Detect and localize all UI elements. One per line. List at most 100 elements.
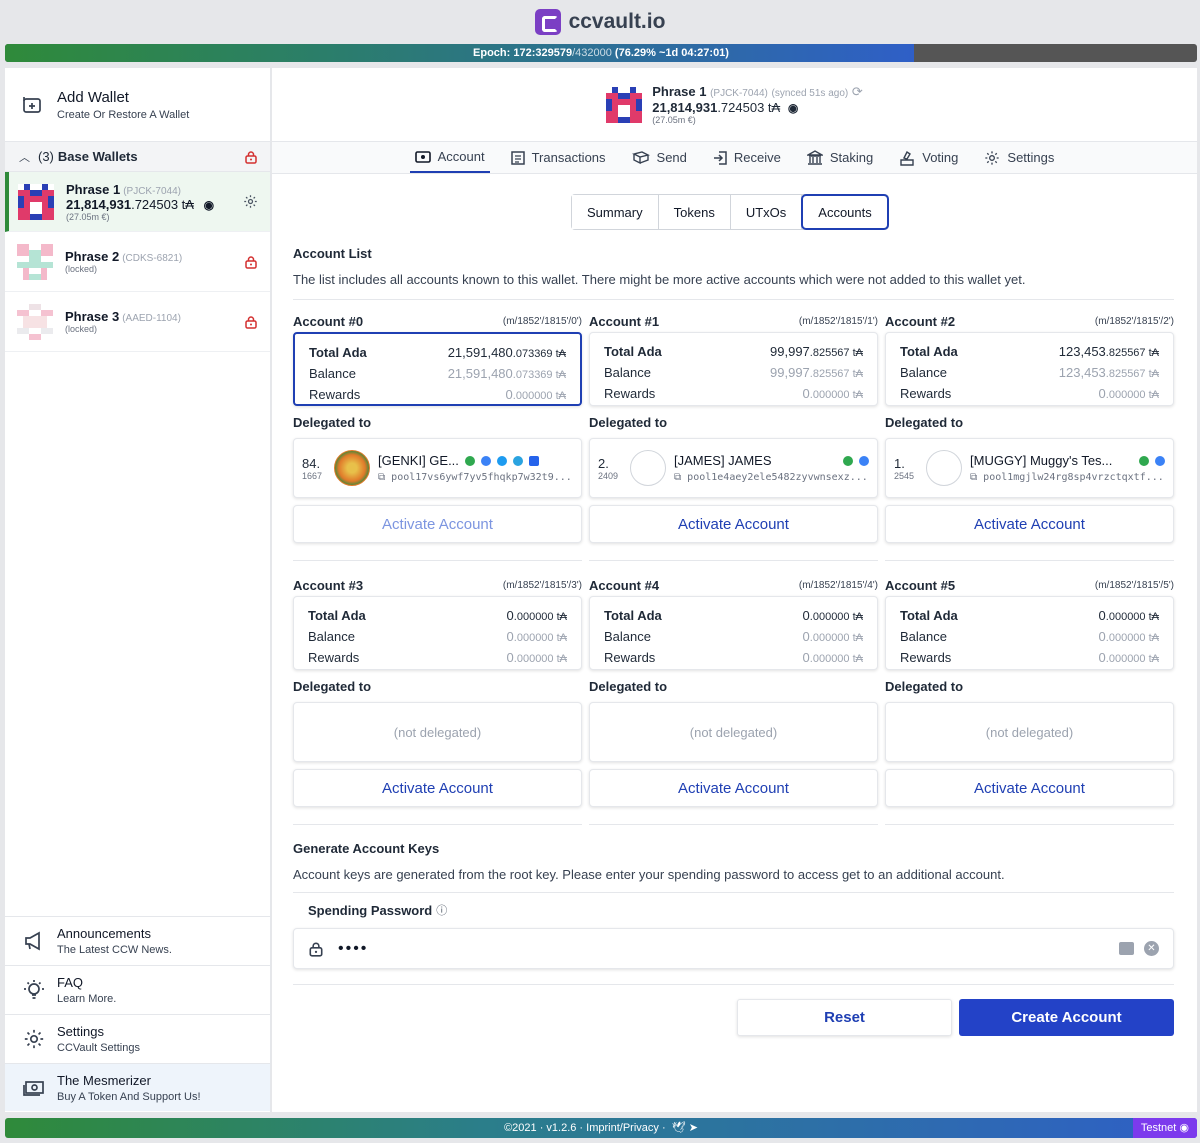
account-path: (m/1852'/1815'/3') bbox=[502, 579, 582, 591]
subtab-tokens[interactable]: Tokens bbox=[658, 195, 731, 229]
account-list-title: Account List bbox=[293, 246, 372, 261]
twitter-icon[interactable] bbox=[496, 455, 507, 466]
delegation-pool-card[interactable]: 2. 2409 [JAMES] JAMES ⧉ pool1e4aey2ele548… bbox=[589, 438, 878, 498]
generate-keys-description: Account keys are generated from the root… bbox=[293, 867, 1005, 882]
account-balance-card[interactable]: Total Ada 0.000000 t₳ Balance 0.000000 t₳ … bbox=[589, 596, 878, 670]
spending-password-input[interactable]: •••• bbox=[338, 940, 1119, 958]
account-name: Account #4 bbox=[589, 577, 660, 593]
wallet-group-header[interactable]: ︿ (3) Base Wallets bbox=[5, 142, 270, 172]
tab-settings[interactable]: Settings bbox=[979, 142, 1059, 173]
verified-icon bbox=[1139, 455, 1149, 466]
wallet-item-phrase-3[interactable]: Phrase 3 (AAED-1104) (locked) bbox=[5, 292, 270, 352]
network-badge[interactable]: Testnet ◉ bbox=[1132, 1118, 1197, 1138]
spending-password-label: Spending Password bbox=[308, 902, 433, 918]
mesmerizer-link[interactable]: The Mesmerizer Buy A Token And Support Us… bbox=[5, 1063, 270, 1111]
subtab-summary[interactable]: Summary bbox=[572, 195, 659, 229]
activate-account-button[interactable]: Activate Account bbox=[589, 769, 878, 807]
eye-icon[interactable]: ◉ bbox=[788, 101, 798, 115]
delegation-pool-card[interactable]: 84. 1667 [GENKI] GE... ⧉ pool17vs6ywf7yv5… bbox=[293, 438, 582, 498]
wallet-settings-gear-icon[interactable] bbox=[243, 194, 258, 209]
telegram-icon[interactable] bbox=[512, 455, 523, 466]
create-account-button[interactable]: Create Account bbox=[959, 999, 1174, 1036]
pool-rank: 1. bbox=[894, 455, 905, 471]
account-balance-card[interactable]: Total Ada 123,453.825567 t₳ Balance 123,45… bbox=[885, 332, 1174, 406]
tab-send[interactable]: Send bbox=[627, 142, 692, 173]
spending-password-field[interactable]: •••• ✕ bbox=[293, 928, 1174, 969]
tab-receive[interactable]: Receive bbox=[708, 142, 786, 173]
money-icon bbox=[23, 1079, 45, 1097]
brand-name: ccvault.io bbox=[568, 10, 666, 33]
activate-account-button[interactable]: Activate Account bbox=[589, 505, 878, 543]
wallet-id: (PJCK-7044) bbox=[123, 185, 182, 197]
tab-voting[interactable]: Voting bbox=[894, 142, 963, 173]
activate-account-button[interactable]: Activate Account bbox=[293, 769, 582, 807]
megaphone-icon bbox=[23, 931, 45, 951]
add-wallet-title: Add Wallet bbox=[57, 88, 129, 106]
lock-icon bbox=[308, 941, 324, 957]
account-balance-card[interactable]: Total Ada 0.000000 t₳ Balance 0.000000 t₳ … bbox=[293, 596, 582, 670]
tab-staking[interactable]: Staking bbox=[802, 142, 878, 173]
delegated-to-label: Delegated to bbox=[589, 679, 668, 694]
rewards-label: Rewards bbox=[900, 650, 952, 665]
account-balance-card[interactable]: Total Ada 21,591,480.073369 t₳ Balance 21,… bbox=[293, 332, 582, 406]
account-balance-card[interactable]: Total Ada 99,997.825567 t₳ Balance 99,997.… bbox=[589, 332, 878, 406]
account-balance-card[interactable]: Total Ada 0.000000 t₳ Balance 0.000000 t₳ … bbox=[885, 596, 1174, 670]
refresh-icon[interactable]: ⟳ bbox=[852, 84, 863, 99]
eye-icon[interactable]: ◉ bbox=[204, 198, 214, 212]
lock-icon[interactable] bbox=[244, 315, 258, 329]
clear-icon[interactable]: ✕ bbox=[1144, 941, 1159, 956]
total-ada-label: Total Ada bbox=[900, 344, 958, 359]
globe-icon[interactable] bbox=[1155, 455, 1165, 466]
wallet-icon bbox=[414, 150, 431, 164]
total-ada-label: Total Ada bbox=[900, 608, 958, 623]
activate-account-button[interactable]: Activate Account bbox=[885, 505, 1174, 543]
wallet-item-phrase-1[interactable]: Phrase 1 (PJCK-7044) 21,814,931.724503 t₳… bbox=[5, 172, 270, 232]
copy-icon[interactable]: ⧉ bbox=[970, 472, 977, 483]
settings-link[interactable]: Settings CCVault Settings bbox=[5, 1014, 270, 1062]
wallet-item-phrase-2[interactable]: Phrase 2 (CDKS-6821) (locked) bbox=[5, 232, 270, 292]
account-path: (m/1852'/1815'/2') bbox=[1094, 315, 1174, 327]
twitter-icon[interactable]: 🕊 bbox=[672, 1122, 686, 1134]
copy-icon[interactable]: ⧉ bbox=[378, 472, 385, 483]
info-icon[interactable]: ⓘ bbox=[436, 902, 447, 918]
total-ada-value: 0.000000 t₳ bbox=[506, 608, 567, 623]
password-manager-icon[interactable] bbox=[1119, 942, 1134, 955]
faq-subtitle: Learn More. bbox=[57, 992, 117, 1005]
add-wallet-button[interactable]: Add Wallet Create Or Restore A Wallet bbox=[5, 68, 270, 142]
pool-id[interactable]: ⧉ pool17vs6ywf7yv5fhqkp7w32t9... bbox=[378, 472, 573, 483]
pool-id[interactable]: ⧉ pool1e4aey2ele5482zyvwnsexz... bbox=[674, 472, 869, 483]
lock-icon[interactable] bbox=[244, 150, 258, 164]
header-balance: 21,814,931.724503 t₳ ◉ bbox=[652, 100, 799, 115]
account-name: Account #1 bbox=[589, 313, 660, 329]
rewards-label: Rewards bbox=[604, 386, 656, 401]
delegation-pool-card[interactable]: 1. 2545 [MUGGY] Muggy's Tes... ⧉ pool1mgj… bbox=[885, 438, 1174, 498]
announcements-subtitle: The Latest CCW News. bbox=[57, 943, 172, 956]
account-subtabs: Summary Tokens UTxOs Accounts bbox=[571, 194, 889, 230]
globe-icon[interactable] bbox=[859, 455, 869, 466]
tab-transactions[interactable]: Transactions bbox=[506, 142, 611, 173]
wallet-avatar bbox=[606, 86, 643, 123]
telegram-icon[interactable]: ➤ bbox=[689, 1122, 698, 1134]
youtube-icon[interactable] bbox=[528, 455, 539, 466]
gear-icon bbox=[23, 1028, 45, 1050]
balance-value: 21,591,480.073369 t₳ bbox=[447, 366, 566, 381]
globe-icon[interactable] bbox=[480, 455, 491, 466]
footer-text[interactable]: ©2021 · v1.2.6 · Imprint/Privacy · bbox=[504, 1122, 666, 1134]
copy-icon[interactable]: ⧉ bbox=[674, 472, 681, 483]
tab-account[interactable]: Account bbox=[409, 142, 490, 173]
activate-account-button[interactable]: Activate Account bbox=[293, 505, 582, 543]
pool-id[interactable]: ⧉ pool1mgjlw24rg8sp4vrzctqxtf... bbox=[970, 472, 1165, 483]
faq-link[interactable]: FAQ Learn More. bbox=[5, 965, 270, 1013]
verified-icon bbox=[464, 455, 475, 466]
announcements-link[interactable]: Announcements The Latest CCW News. bbox=[5, 916, 270, 964]
subtab-utxos[interactable]: UTxOs bbox=[730, 195, 803, 229]
wallet-fiat: (27.05m €) bbox=[66, 211, 110, 222]
activate-account-button[interactable]: Activate Account bbox=[885, 769, 1174, 807]
balance-label: Balance bbox=[900, 629, 947, 644]
tab-send-label: Send bbox=[656, 150, 687, 165]
lock-icon[interactable] bbox=[244, 255, 258, 269]
not-delegated-card: (not delegated) bbox=[293, 702, 582, 762]
total-ada-value: 0.000000 t₳ bbox=[1098, 608, 1159, 623]
subtab-accounts[interactable]: Accounts bbox=[801, 194, 889, 230]
reset-button[interactable]: Reset bbox=[737, 999, 952, 1036]
